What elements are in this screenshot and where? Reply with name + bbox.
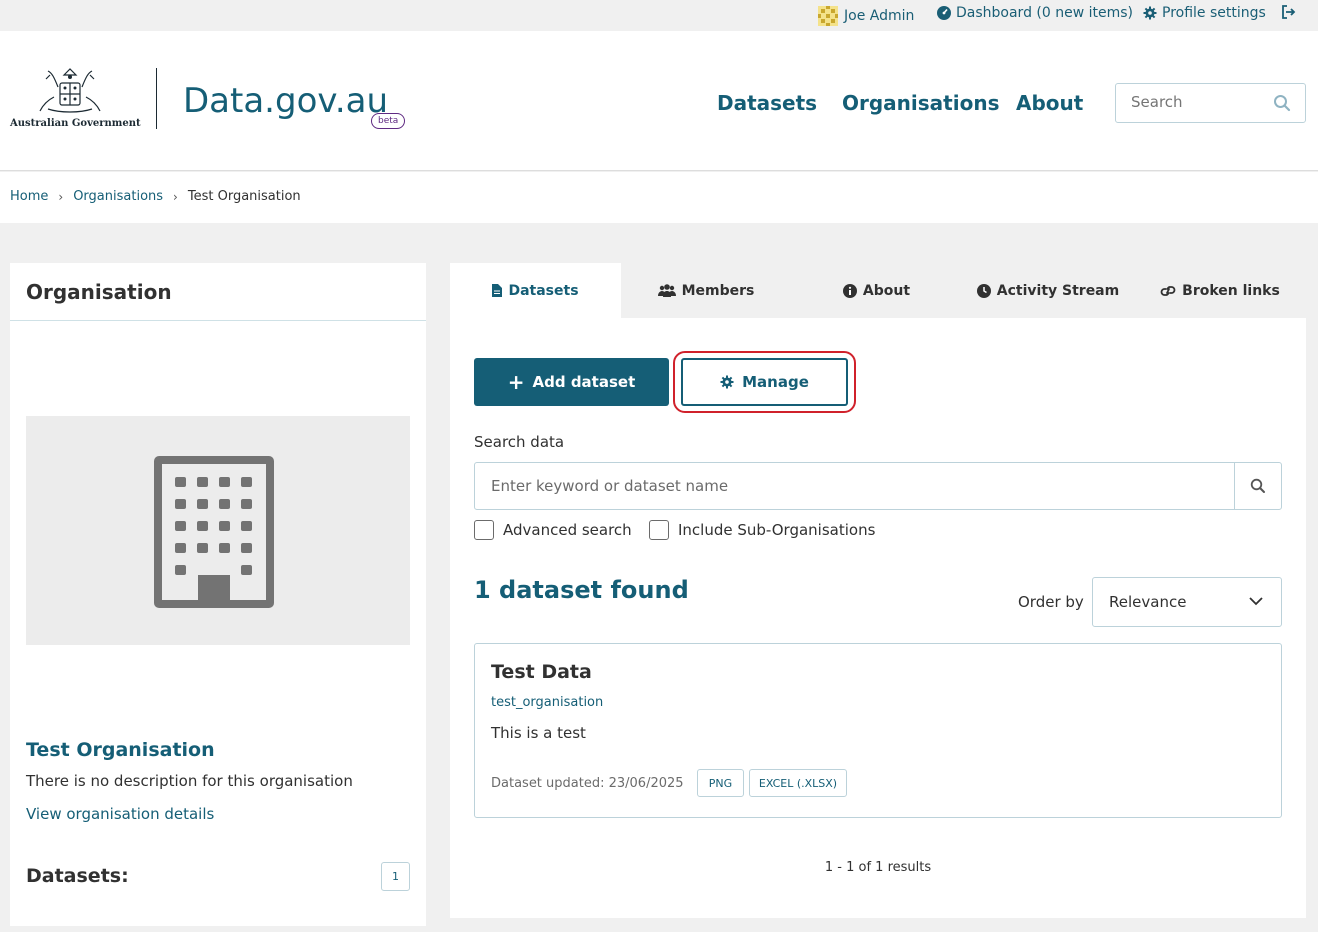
nav-datasets[interactable]: Datasets [717,91,817,115]
nav-organisations[interactable]: Organisations [842,91,999,115]
manage-button[interactable]: Manage [681,358,848,406]
breadcrumb: Home › Organisations › Test Organisation [10,189,301,204]
search-data-label: Search data [474,433,565,451]
nav-about[interactable]: About [1016,91,1083,115]
users-icon [657,284,676,297]
info-icon [842,283,857,298]
dataset-card: Test Data test_organisation This is a te… [474,643,1282,818]
organisation-sidebar: Organisation Test Organisation There is … [10,263,426,926]
organisation-description: There is no description for this organis… [26,772,353,790]
coat-of-arms-logo[interactable] [36,67,104,115]
include-sub-orgs-option[interactable]: Include Sub-Organisations [649,520,875,540]
organisation-name: Test Organisation [26,739,215,761]
search-icon[interactable] [1273,94,1291,112]
chevron-down-icon [1249,597,1263,606]
logout-link[interactable] [1281,5,1296,19]
avatar [818,6,838,26]
site-header: Australian Government Data.gov.au beta D… [0,31,1318,171]
pagination-summary: 1 - 1 of 1 results [824,860,932,875]
tab-members[interactable]: Members [621,263,791,318]
advanced-search-option[interactable]: Advanced search [474,520,632,540]
beta-badge: beta [371,113,406,129]
chevron-right-icon: › [173,189,178,204]
header-search-input[interactable] [1131,84,1271,120]
breadcrumb-current: Test Organisation [187,189,301,204]
dashboard-icon [937,6,951,20]
order-by-select[interactable]: Relevance [1092,577,1282,627]
dataset-updated: Dataset updated: 23/06/2025 [491,776,684,791]
include-sub-orgs-label: Include Sub-Organisations [678,521,876,539]
format-badge-png[interactable]: PNG [697,769,744,797]
dataset-search-box [474,462,1282,510]
user-profile-link[interactable]: Joe Admin [817,5,914,27]
header-search [1115,83,1306,123]
gear-icon [720,375,734,389]
tab-activity-stream[interactable]: Activity Stream [962,263,1134,318]
dashboard-label: Dashboard (0 new items) [956,5,1133,21]
file-icon [492,284,503,297]
advanced-search-label: Advanced search [503,521,632,539]
gear-icon [1143,6,1157,20]
order-by-label: Order by [1018,593,1084,611]
user-name: Joe Admin [844,8,915,24]
chevron-right-icon: › [58,189,64,204]
clock-icon [976,283,991,298]
government-logo-text: Australian Government [10,118,141,129]
advanced-search-checkbox[interactable] [474,520,494,540]
include-sub-orgs-checkbox[interactable] [649,520,669,540]
site-title[interactable]: Data.gov.au [183,81,388,121]
dashboard-link[interactable]: Dashboard (0 new items) [937,5,1133,21]
tab-broken-links[interactable]: Broken links [1134,263,1306,318]
tab-about[interactable]: About [791,263,962,318]
breadcrumb-organisations[interactable]: Organisations [73,189,163,204]
datasets-count-label: Datasets: [26,865,129,887]
dataset-organisation-link[interactable]: test_organisation [491,695,603,710]
link-icon [1160,285,1176,296]
dataset-description: This is a test [491,724,586,742]
add-dataset-label: Add dataset [532,373,636,391]
tab-datasets[interactable]: Datasets [450,263,621,318]
manage-label: Manage [742,373,809,391]
breadcrumb-bar: Home › Organisations › Test Organisation [0,172,1318,223]
organisation-tabs: Datasets Members About Activity Stream B… [450,263,1306,318]
order-by-value: Relevance [1109,593,1187,611]
logout-icon [1282,5,1296,19]
search-icon [1250,478,1265,493]
account-bar: Joe Admin Dashboard (0 new items) Profil… [0,0,1318,31]
dataset-search-button[interactable] [1234,463,1281,509]
building-icon [154,456,274,608]
dataset-search-input[interactable] [475,463,1235,509]
tab-activity-stream-label: Activity Stream [996,282,1120,299]
tab-about-label: About [862,282,911,299]
logo-divider [156,68,157,129]
add-dataset-button[interactable]: + Add dataset [474,358,669,406]
view-organisation-details-link[interactable]: View organisation details [26,805,214,823]
sidebar-divider [10,320,426,321]
results-count-heading: 1 dataset found [474,576,689,604]
profile-settings-label: Profile settings [1162,5,1266,21]
sidebar-title: Organisation [26,280,172,304]
breadcrumb-home[interactable]: Home [10,189,48,204]
datasets-count-badge: 1 [381,862,410,891]
format-badge-excel[interactable]: EXCEL (.XLSX) [749,769,847,797]
datasets-panel: + Add dataset Manage Search data Enter k… [450,318,1306,918]
tab-members-label: Members [681,282,755,299]
profile-settings-link[interactable]: Profile settings [1143,5,1266,21]
tab-datasets-label: Datasets [508,282,579,299]
organisation-image [26,416,410,645]
tab-broken-links-label: Broken links [1182,282,1280,299]
dataset-title[interactable]: Test Data [491,661,592,683]
plus-icon: + [507,370,525,394]
